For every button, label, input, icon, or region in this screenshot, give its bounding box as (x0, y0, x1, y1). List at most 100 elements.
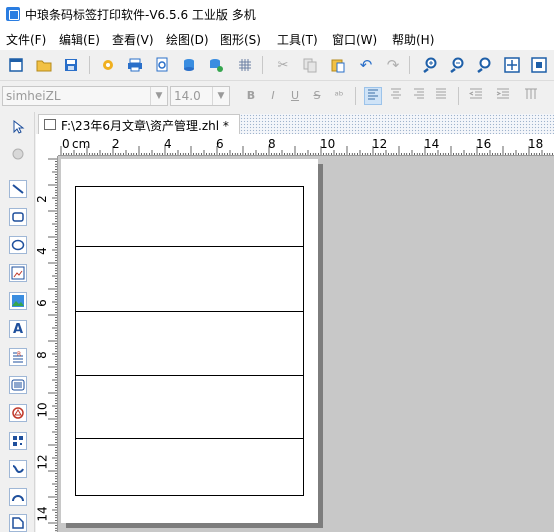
polygon-tool-icon[interactable] (9, 514, 27, 532)
menu-window[interactable]: 窗口(W) (332, 31, 377, 48)
ruler-label-v2: 2 (36, 195, 49, 203)
font-size-select[interactable]: 14.0 ▼ (170, 86, 230, 106)
text-tool-icon[interactable]: A (9, 320, 27, 338)
design-canvas[interactable] (58, 156, 554, 532)
ruler-label-8: 8 (268, 137, 276, 151)
database-icon[interactable] (179, 55, 199, 75)
superscript-icon[interactable]: ᵃᵇ (330, 87, 348, 105)
picture-tool-icon[interactable] (9, 292, 27, 310)
align-right-button[interactable] (410, 87, 428, 105)
arc-tool-icon[interactable] (9, 488, 27, 506)
ruler-label-v14: 14 (36, 506, 50, 522)
italic-button[interactable]: I (264, 87, 282, 105)
cut-icon[interactable]: ✂ (273, 55, 293, 75)
menu-file[interactable]: 文件(F) (6, 31, 46, 48)
save-icon[interactable] (61, 55, 81, 75)
document-icon (44, 119, 56, 130)
rectangle-tool-icon[interactable] (9, 208, 27, 226)
tab-strip-background (240, 114, 554, 134)
bold-button[interactable]: B (242, 87, 260, 105)
barcode-tool-icon[interactable] (9, 376, 27, 394)
ruler-label-2: 2 (112, 137, 120, 151)
menu-help[interactable]: 帮助(H) (392, 31, 434, 48)
vertical-text-icon[interactable] (522, 87, 540, 105)
title-bar: 中琅条码标签打印软件-V6.5.6 工业版 多机 (0, 0, 554, 28)
menu-draw[interactable]: 绘图(D) (166, 31, 209, 48)
ruler-label-6: 6 (216, 137, 224, 151)
ruler-label-v10: 10 (36, 402, 50, 418)
font-family-select[interactable]: simheiZL ▼ (2, 86, 168, 106)
align-justify-button[interactable] (432, 87, 450, 105)
app-logo-icon (6, 7, 20, 21)
strikethrough-button[interactable]: S (308, 87, 326, 105)
shape-tool-icon[interactable] (9, 404, 27, 422)
qr-code-tool-icon[interactable] (9, 432, 27, 450)
zoom-out-icon[interactable] (447, 55, 467, 75)
image-placeholder-tool-icon[interactable] (9, 264, 27, 282)
ruler-label-v8: 8 (36, 351, 49, 359)
pan-tool-icon[interactable] (9, 145, 27, 163)
ruler-label-v12: 12 (36, 454, 50, 470)
menu-edit[interactable]: 编辑(E) (59, 31, 100, 48)
copy-icon[interactable] (300, 55, 320, 75)
document-tab-label: F:\23年6月文章\资产管理.zhl * (61, 119, 229, 133)
horizontal-ruler[interactable]: 0 cm 2 4 6 8 10 12 14 16 18 (58, 134, 554, 156)
line-tool-icon[interactable] (9, 180, 27, 198)
undo-icon[interactable]: ↶ (356, 55, 376, 75)
database-settings-icon[interactable] (206, 55, 226, 75)
align-center-button[interactable] (387, 87, 405, 105)
menu-tools[interactable]: 工具(T) (277, 31, 318, 48)
ruler-label-10: 10 (320, 137, 336, 151)
ruler-label-4: 4 (164, 137, 172, 151)
ruler-unit: cm (72, 137, 91, 151)
indent-increase-icon[interactable] (494, 87, 512, 105)
chevron-down-icon[interactable]: ▼ (212, 87, 229, 105)
ruler-corner (36, 134, 58, 156)
zoom-fit-icon[interactable] (474, 55, 494, 75)
vertical-ruler[interactable]: 2 4 6 8 10 12 14 (36, 156, 58, 532)
redo-icon[interactable]: ↷ (383, 55, 403, 75)
menu-bar: 文件(F) 编辑(E) 查看(V) 绘图(D) 图形(S) 工具(T) 窗口(W… (0, 28, 554, 50)
menu-shape[interactable]: 图形(S) (220, 31, 261, 48)
label-page[interactable] (61, 159, 318, 523)
ruler-label-0: 0 (62, 137, 70, 151)
settings-icon[interactable] (98, 55, 118, 75)
zoom-page-icon[interactable] (502, 55, 522, 75)
svg-text:R: R (17, 351, 21, 358)
font-family-value: simheiZL (6, 89, 61, 103)
ruler-label-14: 14 (424, 137, 440, 151)
menu-view[interactable]: 查看(V) (112, 31, 154, 48)
format-toolbar: simheiZL ▼ 14.0 ▼ B I U S ᵃᵇ (0, 81, 554, 111)
rich-text-tool-icon[interactable]: R (9, 348, 27, 366)
document-tab[interactable]: F:\23年6月文章\资产管理.zhl * (38, 114, 240, 134)
tool-palette: A R (0, 112, 35, 532)
window-title: 中琅条码标签打印软件-V6.5.6 工业版 多机 (25, 8, 256, 22)
zoom-all-icon[interactable] (529, 55, 549, 75)
ruler-label-16: 16 (476, 137, 492, 151)
zoom-in-icon[interactable] (420, 55, 440, 75)
indent-decrease-icon[interactable] (467, 87, 485, 105)
ruler-label-18: 18 (528, 137, 544, 151)
chevron-down-icon[interactable]: ▼ (150, 87, 167, 105)
print-preview-icon[interactable] (152, 55, 172, 75)
table-row-divider (76, 246, 303, 247)
align-left-button[interactable] (364, 87, 382, 105)
table-row-divider (76, 438, 303, 439)
table-row-divider (76, 311, 303, 312)
main-toolbar: ✂ ↶ ↷ (0, 50, 554, 81)
label-table[interactable] (75, 186, 304, 496)
font-size-value: 14.0 (174, 89, 201, 103)
ruler-label-12: 12 (372, 137, 388, 151)
paste-icon[interactable] (328, 55, 348, 75)
new-file-icon[interactable] (6, 55, 26, 75)
ruler-label-v6: 6 (36, 299, 49, 307)
polyline-tool-icon[interactable] (9, 460, 27, 478)
table-row-divider (76, 375, 303, 376)
pointer-tool-icon[interactable] (9, 118, 27, 136)
grid-icon[interactable] (235, 55, 255, 75)
ruler-label-v4: 4 (36, 247, 49, 255)
print-icon[interactable] (125, 55, 145, 75)
open-folder-icon[interactable] (34, 55, 54, 75)
ellipse-tool-icon[interactable] (9, 236, 27, 254)
underline-button[interactable]: U (286, 87, 304, 105)
